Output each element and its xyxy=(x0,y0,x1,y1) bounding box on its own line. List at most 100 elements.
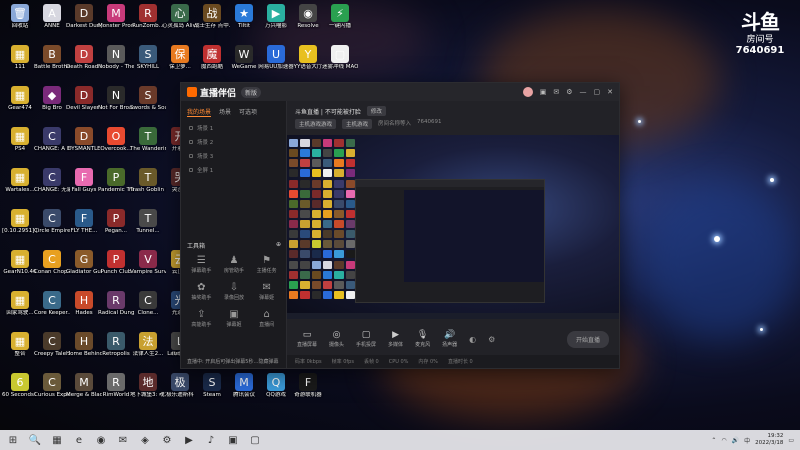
tool-button[interactable]: ⇪ 高能助手 xyxy=(185,309,218,328)
settings-icon[interactable]: ⚙ xyxy=(566,88,572,96)
message-icon[interactable]: ✉ xyxy=(553,88,559,96)
taskbar-app[interactable]: ▢ xyxy=(248,435,262,446)
desktop-icon[interactable]: U 网易UU加速器 xyxy=(258,43,294,83)
desktop-icon[interactable]: CCHANGE: A Homeless... xyxy=(34,125,70,165)
camera-settings-icon[interactable]: ◐ xyxy=(469,335,476,344)
desktop-icon[interactable]: F Fall Guys xyxy=(66,166,102,206)
desktop-icon[interactable]: 🗑 回收站 xyxy=(2,2,38,42)
desktop-icon[interactable]: S SKYHILL xyxy=(130,43,166,83)
desktop-icon[interactable]: ★ Tiltit xyxy=(226,2,262,42)
desktop-icon[interactable]: D DYSMANTLE xyxy=(66,125,102,165)
desktop-icon[interactable]: C Clone... xyxy=(130,289,166,329)
desktop-icon[interactable]: H Hades xyxy=(66,289,102,329)
desktop-icon[interactable]: ▶ 万兴喵影 xyxy=(258,2,294,42)
desktop-icon[interactable]: F FLY THE... xyxy=(66,207,102,247)
taskbar-app[interactable]: ✉ xyxy=(116,435,130,446)
taskbar-app[interactable]: 🔍 xyxy=(28,435,42,446)
desktop-icon[interactable]: HHome Behind... xyxy=(66,330,102,370)
source-button[interactable]: ▭ 直播屏幕 xyxy=(297,330,317,348)
desktop-icon[interactable]: RRadical Dungeon... xyxy=(98,289,134,329)
tab[interactable]: 场景 xyxy=(219,107,231,117)
taskbar-app[interactable]: ▶ xyxy=(182,435,196,446)
desktop-icon[interactable]: ⚡ 一键闪播 xyxy=(322,2,358,42)
room-meta[interactable]: 主机游戏游戏 xyxy=(295,119,337,129)
desktop-icon[interactable]: ▦[0.10.2951] [x64] xyxy=(2,207,38,247)
scene-item[interactable]: 全屏 1 xyxy=(181,163,286,177)
volume-icon[interactable]: 🔊 xyxy=(732,437,739,444)
stream-preview[interactable] xyxy=(287,135,619,319)
eye-icon[interactable] xyxy=(189,154,193,158)
notifications-icon[interactable]: ▭ xyxy=(788,437,794,444)
taskbar-app[interactable]: ⚙ xyxy=(160,435,174,446)
desktop-icon[interactable]: P Pegan... xyxy=(98,207,134,247)
taskbar-app[interactable]: ◉ xyxy=(94,435,108,446)
tool-button[interactable]: ⇩ 录像回放 xyxy=(218,282,251,301)
taskbar-app[interactable]: ◈ xyxy=(138,435,152,446)
tab[interactable]: 我的场景 xyxy=(187,107,212,117)
clock[interactable]: 19:32 2022/3/18 xyxy=(755,433,783,447)
desktop-icon[interactable]: 地地下城堡3: 魂之诗... xyxy=(130,371,166,411)
desktop-icon[interactable]: 保保卫萝... xyxy=(162,43,198,83)
desktop-icon[interactable]: 极极乐迪斯科 xyxy=(162,371,198,411)
toolbox-more-icon[interactable]: ⊕ xyxy=(276,241,281,250)
tray-chevron-icon[interactable]: ⌃ xyxy=(711,437,716,444)
desktop-icon[interactable]: Y YY语音大厅 xyxy=(290,43,326,83)
eye-icon[interactable] xyxy=(189,140,193,144)
desktop-icon[interactable]: CCircle Empire... xyxy=(34,207,70,247)
desktop-icon[interactable]: T Tunnel... xyxy=(130,207,166,247)
start-button[interactable]: ⊞ xyxy=(6,435,20,446)
desktop-icon[interactable]: DDeath Road to Canada xyxy=(66,43,102,83)
desktop-icon[interactable]: C Core Keeper... xyxy=(34,289,70,329)
desktop-icon[interactable]: R Retropolis xyxy=(98,330,134,370)
source-button[interactable]: ▶ 多媒体 xyxy=(388,330,403,348)
tool-button[interactable]: ✉ 弹幕姬 xyxy=(250,282,283,301)
version-tag[interactable]: 新版 xyxy=(241,86,262,98)
go-live-button[interactable]: 开始直播 xyxy=(566,330,609,348)
source-button[interactable]: 🔊 扬声器 xyxy=(442,330,457,348)
desktop-icon[interactable]: DDarkest Dungeon® xyxy=(66,2,102,42)
ime-icon[interactable]: 中 xyxy=(744,436,750,445)
desktop-icon[interactable]: BBattle Brothers xyxy=(34,43,70,83)
desktop-icon[interactable]: ◆ Big Bro xyxy=(34,84,70,124)
taskbar-app[interactable]: ▦ xyxy=(50,435,64,446)
desktop-icon[interactable]: CCurious Expedition xyxy=(34,371,70,411)
taskbar-app[interactable]: e xyxy=(72,435,86,446)
desktop-icon[interactable]: P Punch Club xyxy=(98,248,134,288)
edit-room-button[interactable]: 修改 xyxy=(366,106,386,116)
desktop-icon[interactable]: ▦ GearN10.46 xyxy=(2,248,38,288)
desktop-icon[interactable]: ▦ 回家驾驶... xyxy=(2,289,38,329)
close-icon[interactable]: ✕ xyxy=(607,88,613,96)
desktop-icon[interactable]: 法法律人生2... xyxy=(130,330,166,370)
room-meta[interactable]: 主机游戏 xyxy=(342,119,373,129)
tool-button[interactable]: ✿ 抽奖助手 xyxy=(185,282,218,301)
desktop-icon[interactable]: M Monster Prom xyxy=(98,2,134,42)
desktop-icon[interactable]: VVampire Survivors xyxy=(130,248,166,288)
desktop-icon[interactable]: R RunZomb... xyxy=(130,2,166,42)
tool-button[interactable]: ⌂ 直播间 xyxy=(250,309,283,328)
desktop-icon[interactable]: R RimWorld xyxy=(98,371,134,411)
minimize-icon[interactable]: — xyxy=(580,88,587,96)
scene-item[interactable]: 场景 3 xyxy=(181,149,286,163)
desktop-icon[interactable]: TThe Wandering... xyxy=(130,125,166,165)
desktop-icon[interactable]: W WeGame xyxy=(226,43,262,83)
desktop-icon[interactable]: C Creepy Tale 2 xyxy=(34,330,70,370)
source-button[interactable]: ▢ 手机投屏 xyxy=(356,330,376,348)
tool-button[interactable]: ▣ 弹幕姬 xyxy=(218,309,251,328)
taskbar-app[interactable]: ▣ xyxy=(226,435,240,446)
desktop-icon[interactable]: DDevil Slayer Raksasi xyxy=(66,84,102,124)
desktop-icon[interactable]: ▦ Gear474 xyxy=(2,84,38,124)
desktop-icon[interactable]: Q QQ游戏 xyxy=(258,371,294,411)
desktop-icon[interactable]: ▦ 整合 xyxy=(2,330,38,370)
eye-icon[interactable] xyxy=(189,126,193,130)
scene-item[interactable]: 场景 1 xyxy=(181,121,286,135)
desktop-icon[interactable]: NNobody - The Turna... xyxy=(98,43,134,83)
desktop-icon[interactable]: 魔魔西跑酷 xyxy=(194,43,230,83)
network-icon[interactable]: ◠ xyxy=(721,437,726,444)
desktop-icon[interactable]: S Steam xyxy=(194,371,230,411)
taskbar-app[interactable]: ♪ xyxy=(204,435,218,446)
desktop-icon[interactable]: TTrash Goblin Demo xyxy=(130,166,166,206)
source-button[interactable]: ◎ 摄像头 xyxy=(329,330,344,348)
desktop-icon[interactable]: MMerge & Blade xyxy=(66,371,102,411)
desktop-icon[interactable]: 心心灵孤岛 Alive in... xyxy=(162,2,198,42)
gift-icon[interactable]: ▣ xyxy=(540,88,547,96)
